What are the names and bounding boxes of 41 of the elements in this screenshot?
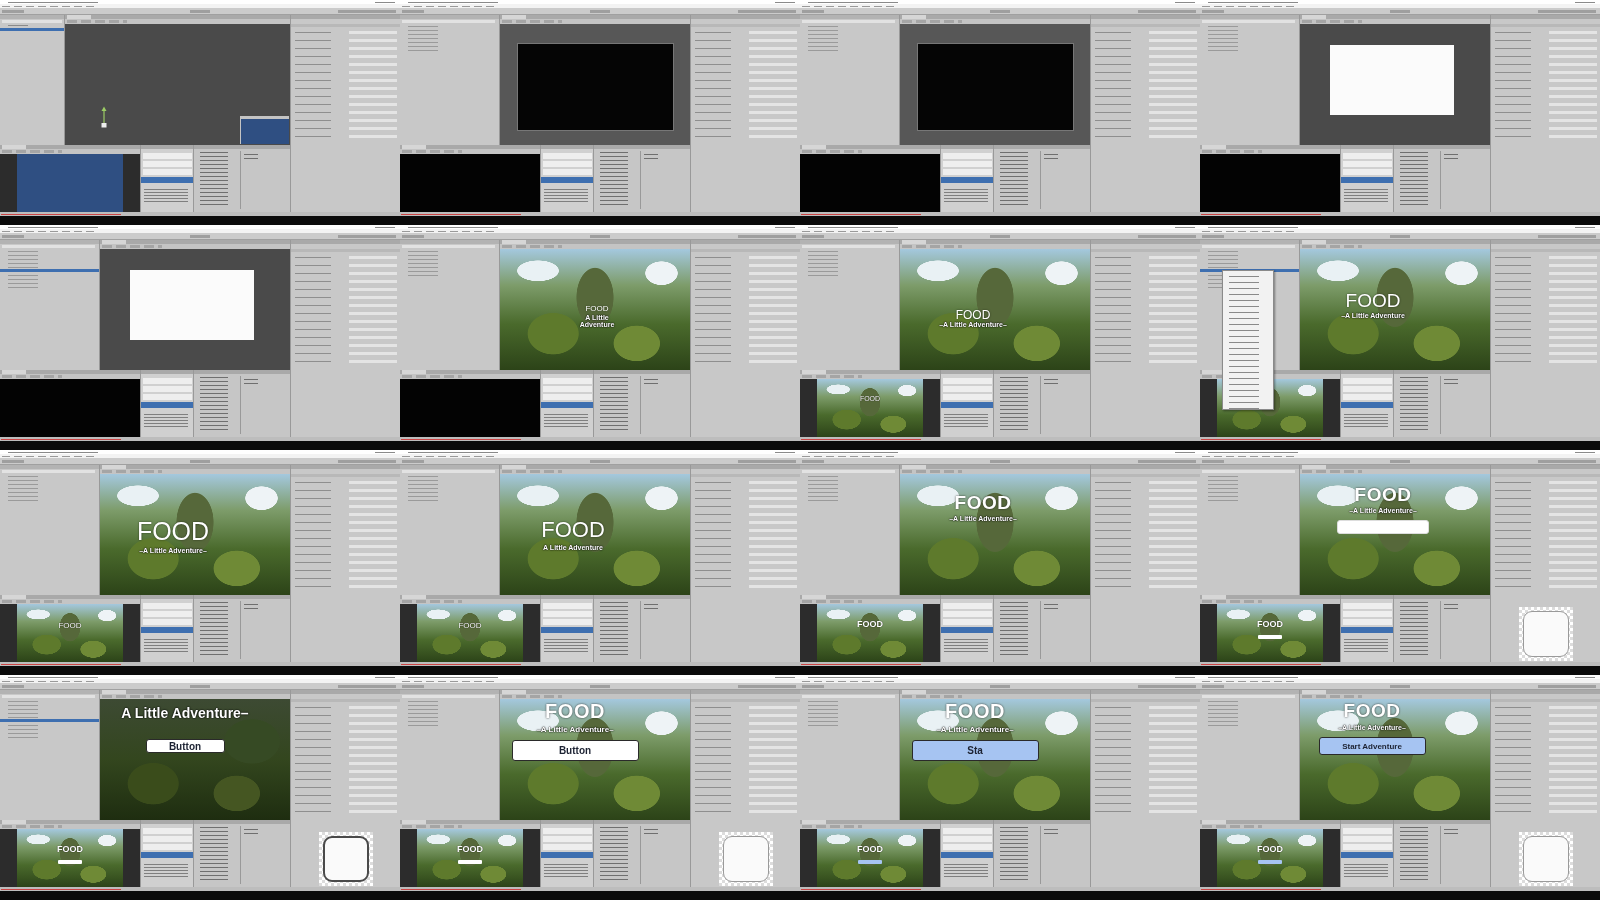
console-panel <box>140 370 193 437</box>
menu-button[interactable] <box>1337 520 1429 535</box>
game-title: FOOD <box>955 309 991 321</box>
game-title: FOOD <box>457 845 483 854</box>
game-title: FOOD <box>857 845 883 854</box>
game-title: FOOD <box>1257 620 1283 629</box>
menu-button[interactable]: Sta <box>911 740 1039 762</box>
game-title: FOOD <box>1345 291 1401 310</box>
console-panel <box>1340 145 1393 212</box>
game-title: FOOD <box>136 519 210 544</box>
game-title: FOOD <box>585 305 609 313</box>
move-gizmo-icon <box>100 106 108 128</box>
game-title: FOOD <box>1257 845 1283 854</box>
console-panel <box>540 370 593 437</box>
console-panel <box>140 820 193 887</box>
game-title: FOOD <box>945 701 1005 721</box>
console-panel <box>1340 820 1393 887</box>
console-panel <box>940 820 993 887</box>
menu-button[interactable]: Button <box>145 739 225 754</box>
console-panel <box>940 595 993 662</box>
console-panel <box>1340 595 1393 662</box>
menu-button[interactable]: Button <box>511 740 639 762</box>
game-title: FOOD <box>545 701 605 721</box>
game-title: FOOD <box>57 845 83 854</box>
camera-preview <box>240 116 289 144</box>
game-title: FOOD <box>541 519 605 541</box>
console-panel <box>540 820 593 887</box>
console-panel <box>140 145 193 212</box>
game-title: FOOD <box>458 620 482 630</box>
console-panel <box>540 145 593 212</box>
menu-button[interactable]: Start Adventure <box>1318 737 1426 756</box>
game-title: FOOD <box>954 493 1012 512</box>
console-panel <box>940 145 993 212</box>
game-title: FOOD <box>857 620 883 629</box>
game-title: FOOD <box>58 620 82 630</box>
console-panel <box>940 370 993 437</box>
console-panel <box>140 595 193 662</box>
context-menu[interactable] <box>1222 270 1274 410</box>
game-title: FOOD <box>1343 701 1401 720</box>
console-panel <box>540 595 593 662</box>
game-subtitle: A Little Adventure– <box>120 705 250 722</box>
